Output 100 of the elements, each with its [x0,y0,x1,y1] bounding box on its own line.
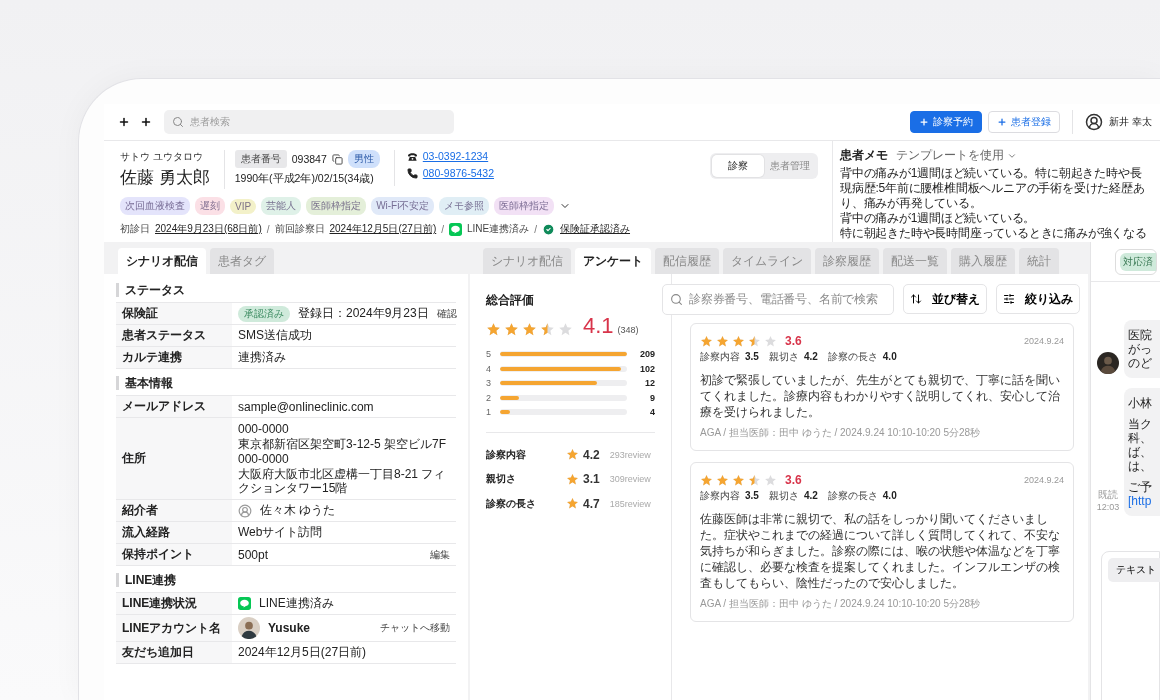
star-level: 2 [486,392,492,403]
star-icon [764,473,777,487]
subscore-label: 診察内容 [700,350,740,364]
patient-tag: 次回血液検査 [120,197,190,215]
section-title: ステータス [116,283,456,297]
tab[interactable]: 診察履歴 [815,248,879,274]
tab[interactable]: タイムライン [723,248,811,274]
row-value: 500pt [238,547,269,562]
name-kana: サトウ ユウタロウ [120,150,204,164]
action-button[interactable]: 診察予約 [910,111,983,133]
chat-bubble-icon [449,222,462,236]
star-level: 1 [486,407,492,418]
row-label: 友だち追加日 [116,642,232,663]
category-reviews: 309review [609,474,651,485]
message-text: は、 [1128,459,1153,473]
copy-icon[interactable] [331,153,343,165]
date-link[interactable]: 2024年9月23日(68日前) [155,222,262,236]
check-icon [542,222,555,236]
filter-button[interactable]: 絞り込み [996,284,1080,314]
separator: / [534,223,537,235]
message-text: ば、 [1128,445,1153,459]
tab[interactable]: シナリオ配信 [118,248,206,274]
category-label: 診察の長さ [486,496,537,511]
tab[interactable]: シナリオ配信 [483,248,571,274]
subscore-label: 診察内容 [700,489,740,503]
toggle-option[interactable]: 診察 [712,155,764,177]
star-icon [540,322,555,337]
tab[interactable]: テキスト [1108,558,1160,582]
star-icon [700,334,713,348]
row-label: LINE連携状況 [116,593,232,614]
row-value: LINE連携済み [259,595,334,612]
review-count: (348) [617,325,639,335]
review-text: 初診で緊張していましたが、先生がとても親切で、丁寧に話を聞いてくれました。診療内容もわかりやすく説明してくれ、安心して治療を受けられました。 [700,373,1061,420]
patient-tag: 遅刻 [195,197,225,215]
line-status: LINE連携済み [467,222,530,236]
patient-id: 093847 [291,153,327,165]
row-value: SMS送信成功 [238,327,312,344]
row-action-link[interactable]: 確認 [436,306,457,321]
count: 9 [649,392,655,403]
row-action-link[interactable]: チャットへ移動 [380,621,450,635]
row-label: LINEアカウント名 [116,615,232,641]
tab[interactable]: 統計 [1019,248,1059,274]
review-meta: AGA / 担当医師：田中 ゆうた / 2024.9.24 10:10-10:20 5分28秒 [700,598,981,609]
category-score: 4.2 [583,447,600,462]
subscore-label: 診察の長さ [827,350,878,364]
memo-line: 背中の痛みが1週間ほど続いている。 [840,211,1037,226]
memo-line: 背中の痛みが1週間ほど続いている。特に朝起きた時や長 [840,166,1143,181]
row-action-link[interactable]: 編集 [430,547,450,562]
star-icon [566,497,579,511]
message-time: 12:03 [1096,502,1120,512]
tab[interactable]: 患者タグ [210,248,274,274]
birth-date: 1990年(平成2年)/02/15(34歳) [234,172,375,186]
search-field[interactable]: 診察券番号、電話番号、名前で検索 [662,284,894,315]
star-icon [486,322,501,337]
insurance-link[interactable]: 保険証承認済み [560,222,630,236]
date-label: 前回診察日 [274,222,325,236]
message-text: 小林 [1128,396,1153,410]
user-name[interactable]: 新井 幸太 [1109,115,1152,129]
read-receipt: 既読 [1098,488,1118,502]
star-icon [700,473,713,487]
tab[interactable]: 購入履歴 [951,248,1015,274]
row-label: 流入経路 [116,522,232,543]
subscore-label: 診察の長さ [827,489,878,503]
compose-box[interactable]: テキスト [1101,551,1160,700]
action-button[interactable]: 患者登録 [988,111,1061,133]
plus-icon [919,117,930,127]
memo-line: 現病歴:5年前に腰椎椎間板ヘルニアの手術を受けた経歴あ [840,181,1146,196]
patient-tag: 医師枠指定 [494,197,555,215]
row-value: 2024年12月5日(27日前) [238,644,367,661]
star-icon [732,334,745,348]
address-line: 大阪府大阪市北区虚構一丁目8-21 フィクションタワー15階 [238,467,447,495]
category-label: 診察内容 [486,447,527,462]
tab[interactable]: 配信履歴 [655,248,719,274]
message-link[interactable]: [http [1128,494,1160,508]
count: 209 [638,349,655,360]
address-line: 東京都新宿区架空町3-12-5 架空ビル7F [238,437,448,451]
star-icon [764,334,777,348]
toggle-option[interactable]: 患者管理 [764,155,816,177]
tab[interactable]: 配送一覧 [883,248,947,274]
date-link[interactable]: 2024年12月5日(27日前) [329,222,437,236]
search-icon [172,116,184,128]
template-dropdown[interactable]: テンプレートを使用 [896,147,1017,164]
tab[interactable]: アンケート [575,248,651,274]
search-field[interactable]: 患者検索 [164,110,454,134]
message-text: のど [1128,356,1153,370]
subscore-value: 4.0 [882,490,897,501]
patient-tag: 芸能人 [261,197,302,215]
sort-button[interactable]: 並び替え [903,284,987,314]
review-date: 2024.9.24 [1023,336,1064,346]
phone-link[interactable]: 03-0392-1234 [422,150,489,162]
row-value: 連携済み [238,349,286,366]
row-label: 紹介者 [116,500,232,521]
patient-tag: VIP [230,198,257,214]
row-value: sample@onlineclinic.com [238,399,374,414]
star-icon [566,472,579,486]
gender-badge: 男性 [347,150,380,168]
patient-tag: Wi-Fi不安定 [371,197,435,215]
phone-link[interactable]: 080-9876-5432 [422,167,494,179]
search-icon [670,293,683,306]
user-icon[interactable] [1085,113,1104,131]
